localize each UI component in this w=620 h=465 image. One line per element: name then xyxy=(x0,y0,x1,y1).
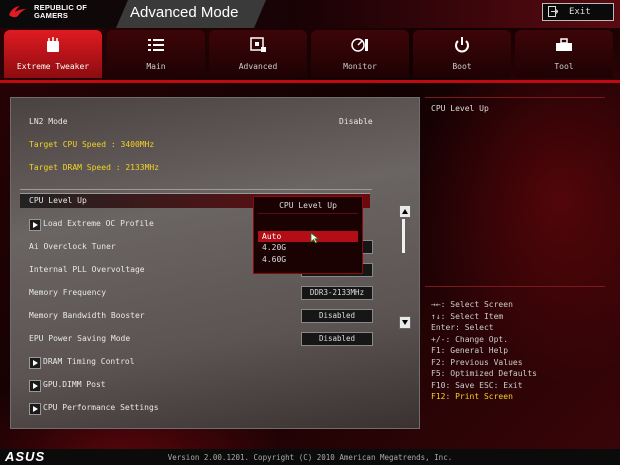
scroll-down-arrow-icon[interactable] xyxy=(399,316,411,329)
submenu-arrow-icon xyxy=(29,357,41,369)
key-hint: F2: Previous Values xyxy=(431,357,523,367)
key-hint: +/-: Change Opt. xyxy=(431,334,509,344)
toolbox-icon xyxy=(556,38,572,51)
memory-frequency-value[interactable]: DDR3-2133MHz xyxy=(301,286,373,300)
load-extreme-oc-profile-item[interactable]: Load Extreme OC Profile xyxy=(43,219,154,228)
tab-main[interactable]: Main xyxy=(107,30,205,78)
popup-option-4-20g[interactable]: 4.20G xyxy=(258,242,358,253)
tab-underline xyxy=(0,80,620,83)
epu-power-saving-mode-value[interactable]: Disabled xyxy=(301,332,373,346)
memory-frequency-item[interactable]: Memory Frequency xyxy=(29,288,106,297)
key-hint: ↑↓: Select Item xyxy=(431,311,504,321)
rog-logo-icon xyxy=(9,6,26,18)
divider xyxy=(20,189,372,190)
cpu-level-up-popup: CPU Level Up Auto 4.20G 4.60G xyxy=(253,196,363,274)
submenu-arrow-icon xyxy=(29,219,41,231)
key-hint: →←: Select Screen xyxy=(431,300,513,309)
rog-brand: REPUBLIC OF GAMERS xyxy=(34,3,88,20)
scroll-up-arrow-icon[interactable] xyxy=(399,205,411,218)
help-title: CPU Level Up xyxy=(431,104,489,113)
ln2-mode-label: LN2 Mode xyxy=(29,117,68,126)
submenu-arrow-icon xyxy=(29,403,41,415)
memory-bandwidth-booster-value[interactable]: Disabled xyxy=(301,309,373,323)
chip-icon xyxy=(250,37,266,52)
gauge-icon xyxy=(351,38,368,52)
version-text: Version 2.00.1201. Copyright (C) 2010 Am… xyxy=(167,453,453,462)
memory-bandwidth-booster-item[interactable]: Memory Bandwidth Booster xyxy=(29,311,145,320)
list-icon xyxy=(148,39,164,51)
epu-power-saving-mode-item[interactable]: EPU Power Saving Mode xyxy=(29,334,130,343)
dram-timing-control-item[interactable]: DRAM Timing Control xyxy=(43,357,135,366)
key-hint: Enter: Select xyxy=(431,323,494,332)
tab-advanced[interactable]: Advanced xyxy=(209,30,307,78)
submenu-arrow-icon xyxy=(29,380,41,392)
mouse-cursor-icon xyxy=(310,232,320,244)
target-cpu-speed: Target CPU Speed : 3400MHz xyxy=(29,140,155,149)
scroll-thumb[interactable] xyxy=(402,219,405,253)
key-hint: F5: Optimized Defaults xyxy=(431,369,537,378)
header-bar xyxy=(0,0,620,28)
tab-boot[interactable]: Boot xyxy=(413,30,511,78)
cpu-performance-settings-item[interactable]: CPU Performance Settings xyxy=(43,403,159,412)
popup-option-4-60g[interactable]: 4.60G xyxy=(258,254,358,265)
cpu-level-up-item[interactable]: CPU Level Up xyxy=(29,196,87,205)
gpu-dimm-post-item[interactable]: GPU.DIMM Post xyxy=(43,380,106,389)
popup-option-auto[interactable]: Auto xyxy=(258,231,358,242)
key-hint-print-screen: F12: Print Screen xyxy=(431,392,513,401)
key-legend: →←: Select Screen ↑↓: Select Item Enter:… xyxy=(431,300,537,404)
internal-pll-overvoltage-item[interactable]: Internal PLL Overvoltage xyxy=(29,265,145,274)
exit-button[interactable]: Exit xyxy=(542,3,614,21)
target-dram-speed: Target DRAM Speed : 2133MHz xyxy=(29,163,160,172)
scrollbar[interactable] xyxy=(399,205,411,329)
popup-divider xyxy=(258,213,358,214)
tweaker-icon xyxy=(47,37,59,52)
tab-bar: Extreme Tweaker Main Advanced Monitor Bo… xyxy=(0,30,620,80)
power-icon xyxy=(455,37,469,53)
page-title: Advanced Mode xyxy=(130,4,239,21)
help-divider-top xyxy=(425,97,605,98)
exit-icon xyxy=(548,6,558,17)
popup-title: CPU Level Up xyxy=(279,201,337,210)
tab-tool[interactable]: Tool xyxy=(515,30,613,78)
tab-monitor[interactable]: Monitor xyxy=(311,30,409,78)
help-divider-mid xyxy=(425,286,605,287)
ln2-mode-value: Disable xyxy=(339,117,373,126)
key-hint: F10: Save ESC: Exit xyxy=(431,380,523,390)
tab-extreme-tweaker[interactable]: Extreme Tweaker xyxy=(4,30,102,78)
key-hint: F1: General Help xyxy=(431,346,509,355)
ai-overclock-tuner-item[interactable]: Ai Overclock Tuner xyxy=(29,242,116,251)
